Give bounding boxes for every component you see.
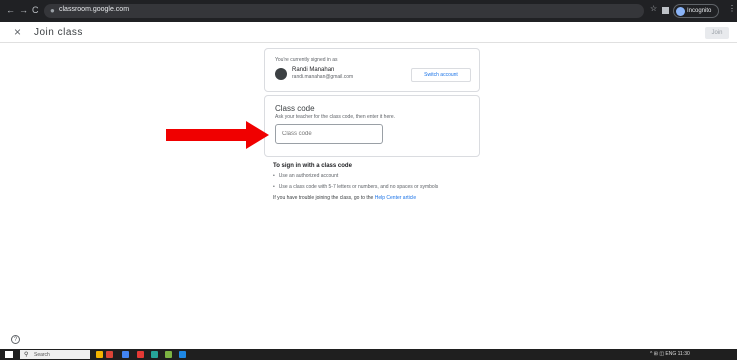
forward-icon[interactable]: → bbox=[19, 5, 28, 15]
taskbar-app-icon[interactable] bbox=[151, 351, 158, 358]
system-tray[interactable]: ^ ⊞ ◫ ENG 11:30 bbox=[650, 351, 690, 357]
help-icon[interactable]: ? bbox=[11, 335, 20, 344]
footer-text: If you have trouble joining the class, g… bbox=[273, 195, 375, 201]
profile-avatar-icon bbox=[676, 7, 685, 16]
join-button[interactable]: Join bbox=[705, 27, 729, 39]
user-email: randi.manahan@gmail.com bbox=[292, 74, 354, 80]
signed-in-text: You're currently signed in as bbox=[275, 57, 338, 63]
address-url: classroom.google.com bbox=[59, 6, 130, 13]
address-bar[interactable]: ● classroom.google.com bbox=[44, 4, 644, 18]
instruction-item: Use a class code with 5-7 letters or num… bbox=[273, 184, 439, 190]
taskbar-app-icon[interactable] bbox=[96, 351, 103, 358]
taskbar-app-icon[interactable] bbox=[106, 351, 113, 358]
sidebar-icon[interactable] bbox=[662, 7, 669, 14]
annotation-arrow-icon bbox=[166, 121, 269, 149]
class-code-input[interactable] bbox=[275, 124, 383, 144]
back-icon[interactable]: ← bbox=[6, 5, 15, 15]
class-code-card: Class code Ask your teacher for the clas… bbox=[264, 95, 480, 157]
page-title: Join class bbox=[34, 27, 83, 38]
windows-start-icon[interactable] bbox=[5, 351, 13, 358]
app-bar: × Join class Join bbox=[0, 22, 737, 43]
taskbar-app-icon[interactable] bbox=[165, 351, 172, 358]
profile-label: Incognito bbox=[687, 8, 712, 14]
search-icon: ⚲ bbox=[24, 352, 29, 358]
reload-icon[interactable]: C bbox=[32, 5, 39, 15]
star-icon[interactable]: ☆ bbox=[650, 4, 657, 13]
profile-button[interactable]: Incognito bbox=[673, 4, 719, 18]
browser-toolbar: ← → C ● classroom.google.com ☆ Incognito… bbox=[0, 0, 737, 22]
taskbar: ⚲ Search ^ ⊞ ◫ ENG 11:30 bbox=[0, 349, 737, 360]
menu-icon[interactable]: ⋮ bbox=[728, 4, 736, 13]
taskbar-app-icon[interactable] bbox=[179, 351, 186, 358]
instructions-heading: To sign in with a class code bbox=[273, 163, 352, 169]
taskbar-search-label: Search bbox=[34, 352, 50, 358]
account-card: You're currently signed in as Randi Mana… bbox=[264, 48, 480, 92]
taskbar-search[interactable]: ⚲ Search bbox=[20, 350, 90, 359]
lock-icon: ● bbox=[50, 6, 55, 15]
taskbar-app-icon[interactable] bbox=[137, 351, 144, 358]
instruction-item: Use an authorized account bbox=[273, 173, 438, 179]
avatar bbox=[275, 68, 287, 80]
class-code-help: Ask your teacher for the class code, the… bbox=[275, 114, 396, 120]
user-name: Randi Manahan bbox=[292, 67, 335, 73]
instructions-footer: If you have trouble joining the class, g… bbox=[273, 195, 438, 201]
switch-account-button[interactable]: Switch account bbox=[411, 68, 471, 82]
taskbar-app-icon[interactable] bbox=[122, 351, 129, 358]
help-center-link[interactable]: Help Center article bbox=[375, 195, 416, 201]
instructions: To sign in with a class code Use an auth… bbox=[273, 163, 438, 201]
close-icon[interactable]: × bbox=[14, 25, 21, 39]
class-code-title: Class code bbox=[275, 104, 315, 113]
